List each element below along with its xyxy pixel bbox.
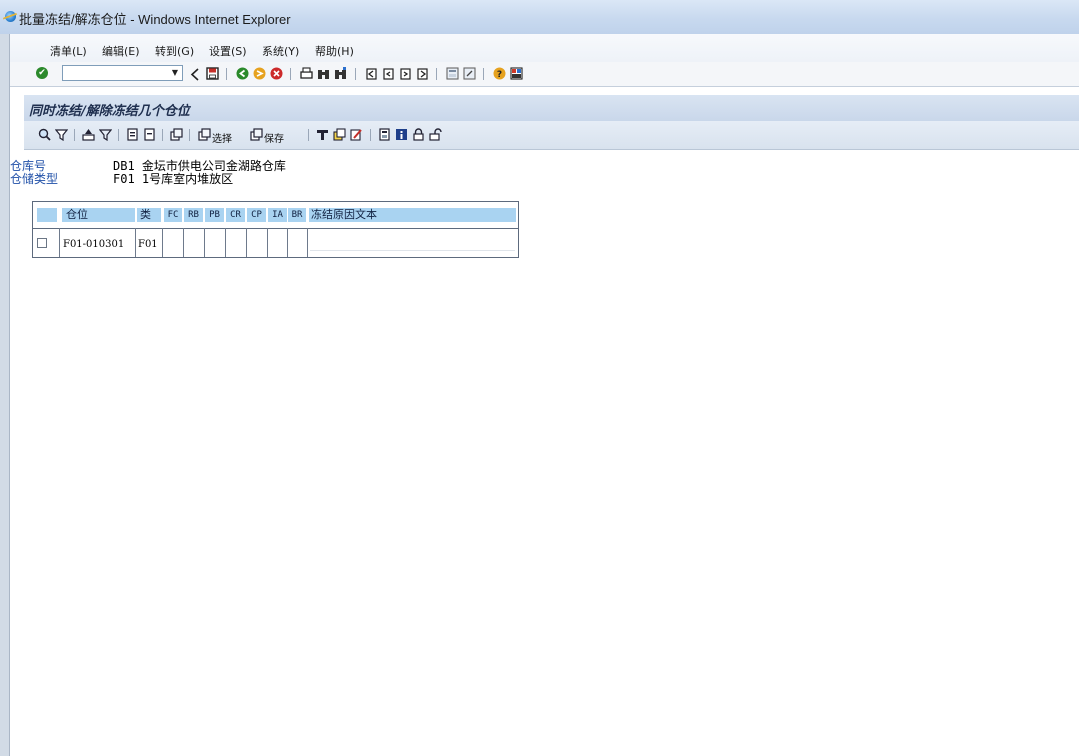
- filter-icon[interactable]: [55, 128, 68, 141]
- toolbar-separator: [436, 68, 437, 80]
- application-toolbar: 选择 保存: [24, 121, 1079, 150]
- print-icon[interactable]: [300, 67, 313, 80]
- screen-header: 同时冻结/解除冻结几个仓位: [24, 95, 1079, 121]
- sort-descending-icon[interactable]: [99, 128, 112, 141]
- back-arrow-icon[interactable]: [189, 68, 202, 81]
- column-header-block-reason-text[interactable]: 冻结原因文本: [309, 208, 516, 222]
- storage-bin-table: 仓位 类 FC RB PB CR CP IA BR 冻结原因文本 F01-010…: [32, 201, 519, 258]
- unlock-icon[interactable]: [429, 128, 442, 141]
- column-header-cr[interactable]: CR: [226, 208, 245, 222]
- standard-toolbar: ✔ ▼ ?: [10, 62, 1079, 87]
- toolbar-separator: [370, 129, 371, 141]
- customize-layout-icon[interactable]: [510, 67, 523, 80]
- column-divider: [307, 228, 308, 257]
- column-header-br[interactable]: BR: [288, 208, 306, 222]
- totals-icon[interactable]: [126, 128, 139, 141]
- calculator-icon[interactable]: [378, 128, 391, 141]
- column-divider: [225, 228, 226, 257]
- last-page-icon[interactable]: [416, 67, 429, 80]
- warehouse-number-value: DB1 金坛市供电公司金湖路仓库: [113, 159, 286, 173]
- toolbar-separator: [118, 129, 119, 141]
- svg-text:?: ?: [497, 70, 502, 80]
- menu-bar: 清单(L) 编辑(E) 转到(G) 设置(S) 系统(Y) 帮助(H): [10, 34, 1079, 62]
- command-field[interactable]: ▼: [62, 65, 183, 81]
- create-session-icon[interactable]: [446, 67, 459, 80]
- ie-icon: [5, 11, 16, 22]
- column-header-rb[interactable]: RB: [184, 208, 203, 222]
- storage-type-label: 仓储类型: [10, 172, 59, 186]
- menu-list[interactable]: 清单(L): [50, 43, 87, 59]
- menu-system[interactable]: 系统(Y): [262, 43, 299, 59]
- row-select-checkbox[interactable]: [37, 238, 47, 248]
- details-icon[interactable]: [38, 128, 51, 141]
- header-divider: [33, 228, 518, 229]
- save-icon[interactable]: [206, 67, 219, 80]
- back-green-icon[interactable]: [236, 67, 249, 80]
- block-reason-text-input[interactable]: [310, 237, 515, 251]
- menu-goto[interactable]: 转到(G): [155, 43, 194, 59]
- window-title: 批量冻结/解冻仓位 - Windows Internet Explorer: [19, 12, 291, 27]
- column-header-type[interactable]: 类: [137, 208, 161, 222]
- column-divider: [59, 228, 60, 257]
- help-icon[interactable]: ?: [493, 67, 506, 80]
- window-title-bar: 批量冻结/解冻仓位 - Windows Internet Explorer: [0, 0, 1079, 34]
- toolbar-separator: [226, 68, 227, 80]
- info-icon[interactable]: [395, 128, 408, 141]
- next-page-icon[interactable]: [399, 67, 412, 80]
- column-header-pb[interactable]: PB: [205, 208, 224, 222]
- lock-icon[interactable]: [412, 128, 425, 141]
- save-button[interactable]: 保存: [264, 130, 284, 145]
- find-next-icon[interactable]: [334, 67, 347, 80]
- column-divider: [287, 228, 288, 257]
- shortcut-icon[interactable]: [463, 67, 476, 80]
- column-divider: [183, 228, 184, 257]
- toolbar-separator: [162, 129, 163, 141]
- toolbar-separator: [189, 129, 190, 141]
- screen-title: 同时冻结/解除冻结几个仓位: [29, 104, 190, 119]
- subtotals-icon[interactable]: [143, 128, 156, 141]
- column-header-ia[interactable]: IA: [268, 208, 287, 222]
- column-header-cp[interactable]: CP: [247, 208, 266, 222]
- exit-icon[interactable]: [253, 67, 266, 80]
- first-page-icon[interactable]: [365, 67, 378, 80]
- sort-ascending-icon[interactable]: [82, 128, 95, 141]
- previous-page-icon[interactable]: [382, 67, 395, 80]
- save-data-icon[interactable]: [250, 128, 263, 141]
- bin-cell: F01-010301: [63, 239, 125, 250]
- choose-layout-icon[interactable]: [316, 128, 329, 141]
- type-cell: F01: [138, 239, 158, 250]
- enter-check-icon[interactable]: ✔: [36, 67, 48, 79]
- cancel-icon[interactable]: [270, 67, 283, 80]
- dropdown-arrow-icon[interactable]: ▼: [170, 67, 180, 79]
- column-divider: [267, 228, 268, 257]
- column-divider: [135, 228, 136, 257]
- column-divider: [162, 228, 163, 257]
- toolbar-separator: [483, 68, 484, 80]
- select-all-header[interactable]: [37, 208, 57, 222]
- find-icon[interactable]: [317, 67, 330, 80]
- column-header-fc[interactable]: FC: [164, 208, 182, 222]
- sap-gui-area: 清单(L) 编辑(E) 转到(G) 设置(S) 系统(Y) 帮助(H) ✔ ▼ …: [10, 34, 1079, 756]
- execute-icon[interactable]: [170, 128, 183, 141]
- column-divider: [246, 228, 247, 257]
- toolbar-separator: [355, 68, 356, 80]
- toolbar-separator: [308, 129, 309, 141]
- toolbar-separator: [74, 129, 75, 141]
- menu-settings[interactable]: 设置(S): [209, 43, 247, 59]
- column-divider: [204, 228, 205, 257]
- menu-help[interactable]: 帮助(H): [315, 43, 354, 59]
- warehouse-number-label: 仓库号: [10, 159, 47, 173]
- storage-type-value: F01 1号库室内堆放区: [113, 172, 234, 186]
- toolbar-separator: [290, 68, 291, 80]
- change-icon[interactable]: [350, 128, 363, 141]
- select-icon[interactable]: [198, 128, 211, 141]
- column-header-bin[interactable]: 仓位: [62, 208, 135, 222]
- select-button[interactable]: 选择: [212, 130, 232, 145]
- window-left-border: [0, 34, 10, 756]
- menu-edit[interactable]: 编辑(E): [102, 43, 140, 59]
- copy-icon[interactable]: [333, 128, 346, 141]
